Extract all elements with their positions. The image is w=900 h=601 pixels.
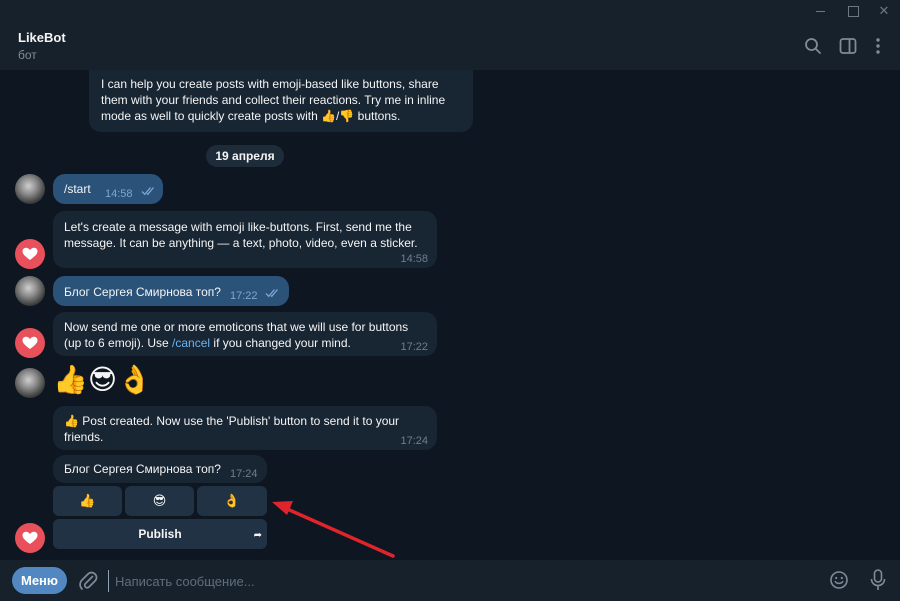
minimize-button[interactable] [812,3,828,19]
close-button[interactable]: ✕ [876,3,892,19]
window-titlebar: ✕ [0,0,900,22]
paperclip-icon[interactable] [78,570,98,592]
chat-subtitle: бот [18,48,37,62]
chat-header: LikeBot бот [0,22,900,70]
maximize-button[interactable] [845,3,861,19]
more-options-icon[interactable] [868,36,888,56]
emoji-icon[interactable] [829,570,849,590]
composer: Меню [0,560,900,601]
sidebar-toggle-icon[interactable] [838,36,858,56]
chat-title[interactable]: LikeBot [18,30,66,45]
message-input[interactable] [108,570,808,592]
search-icon[interactable] [803,36,823,56]
microphone-icon[interactable] [870,569,886,591]
message-list[interactable]: I can help you create posts with emoji-b… [0,70,900,560]
bot-menu-button[interactable]: Меню [12,567,67,594]
annotation-arrow [272,501,395,558]
